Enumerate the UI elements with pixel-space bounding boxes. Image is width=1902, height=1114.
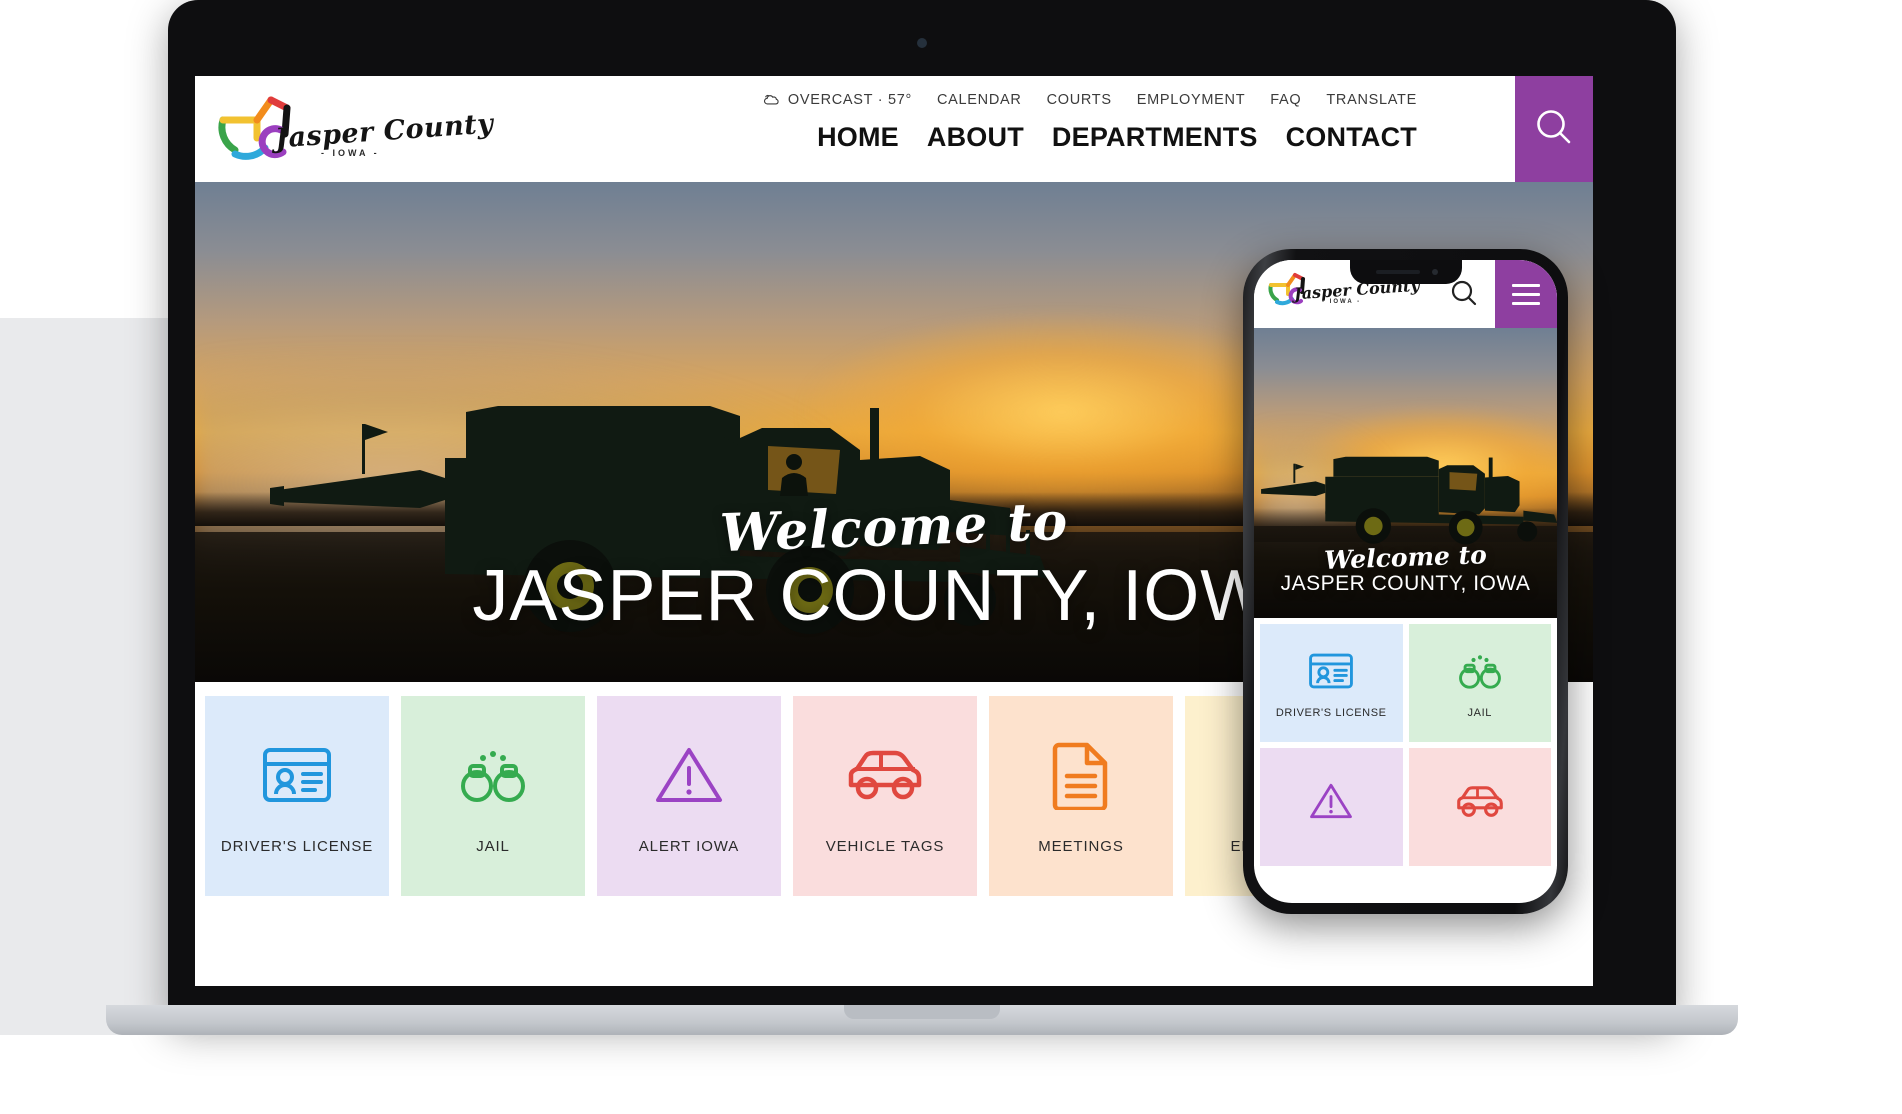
mobile-tile-alert-iowa[interactable] xyxy=(1260,748,1403,866)
hamburger-menu-icon xyxy=(1512,283,1540,287)
nav-item-contact[interactable]: CONTACT xyxy=(1286,122,1417,153)
utility-nav-item-courts[interactable]: COURTS xyxy=(1047,92,1112,108)
id-card-icon xyxy=(261,738,333,812)
handcuffs-icon xyxy=(1456,647,1504,695)
site-logo[interactable]: Jasper County - IOWA - xyxy=(213,90,494,170)
mobile-menu-button[interactable] xyxy=(1495,260,1557,328)
utility-nav-item-faq[interactable]: FAQ xyxy=(1270,92,1301,108)
backdrop-panel-left xyxy=(0,318,172,1036)
utility-nav-item-weather[interactable]: OVERCAST · 57° xyxy=(762,92,912,108)
tile-label: MEETINGS xyxy=(1038,837,1124,855)
logo-subtitle: - IOWA - xyxy=(321,148,380,158)
mobile-quick-links-tiles: DRIVER'S LICENSE JAIL xyxy=(1254,618,1557,866)
hamburger-menu-icon xyxy=(1512,292,1540,296)
utility-nav-item-calendar[interactable]: CALENDAR xyxy=(937,92,1022,108)
nav-item-departments[interactable]: DEPARTMENTS xyxy=(1052,122,1258,153)
laptop-base-notch xyxy=(844,1005,1000,1019)
webcam-icon xyxy=(917,38,927,48)
site-header: Jasper County - IOWA - OVERCAST · 57° CA… xyxy=(195,76,1593,182)
tile-drivers-license[interactable]: DRIVER'S LICENSE xyxy=(205,696,389,896)
tile-vehicle-tags[interactable]: VEHICLE TAGS xyxy=(793,696,977,896)
search-button[interactable] xyxy=(1515,76,1593,182)
utility-nav-item-employment[interactable]: EMPLOYMENT xyxy=(1137,92,1246,108)
search-icon xyxy=(1449,280,1479,312)
cloud-icon xyxy=(762,93,781,107)
id-card-icon xyxy=(1308,647,1354,695)
nav-item-about[interactable]: ABOUT xyxy=(927,122,1024,153)
mobile-search-button[interactable] xyxy=(1449,278,1479,313)
tile-label: ALERT IOWA xyxy=(638,837,740,855)
car-icon xyxy=(845,738,925,812)
phone-screen: Jasper County - IOWA - Welcome to JASPER… xyxy=(1254,260,1557,903)
tile-label: VEHICLE TAGS xyxy=(825,837,945,855)
tile-label: JAIL xyxy=(476,837,510,855)
tile-label: DRIVER'S LICENSE xyxy=(220,837,374,855)
mobile-logo-subtitle: - IOWA - xyxy=(1322,299,1362,305)
logo-wordmark: Jasper County xyxy=(274,108,495,155)
mobile-tile-label: DRIVER'S LICENSE xyxy=(1275,707,1387,719)
alert-triangle-icon xyxy=(1309,777,1353,825)
main-nav: HOME ABOUT DEPARTMENTS CONTACT xyxy=(817,122,1417,153)
utility-nav-item-translate[interactable]: TRANSLATE xyxy=(1326,92,1417,108)
mobile-tile-drivers-license[interactable]: DRIVER'S LICENSE xyxy=(1260,624,1403,742)
car-icon xyxy=(1455,777,1505,825)
screenshot-stage: Jasper County - IOWA - OVERCAST · 57° CA… xyxy=(0,0,1902,1114)
phone-speaker xyxy=(1375,270,1420,274)
tile-alert-iowa[interactable]: ALERT IOWA xyxy=(597,696,781,896)
mobile-tile-label: JAIL xyxy=(1467,707,1492,719)
phone-notch xyxy=(1349,260,1462,284)
search-icon xyxy=(1533,106,1575,153)
tile-meetings[interactable]: MEETINGS xyxy=(989,696,1173,896)
mobile-hero-banner: Welcome to JASPER COUNTY, IOWA xyxy=(1254,328,1557,618)
mobile-hero-text-block: Welcome to JASPER COUNTY, IOWA xyxy=(1254,540,1557,596)
mobile-tile-jail[interactable]: JAIL xyxy=(1408,624,1551,742)
desk-surface xyxy=(0,1035,1902,1114)
phone-mockup: Jasper County - IOWA - Welcome to JASPER… xyxy=(1243,249,1568,914)
nav-item-home[interactable]: HOME xyxy=(817,122,899,153)
alert-triangle-icon xyxy=(654,738,724,812)
mobile-tile-vehicle-tags[interactable] xyxy=(1408,748,1551,866)
weather-label: OVERCAST · 57° xyxy=(787,92,912,108)
document-icon xyxy=(1051,738,1111,812)
tile-jail[interactable]: JAIL xyxy=(401,696,585,896)
handcuffs-icon xyxy=(456,738,530,812)
phone-camera-icon xyxy=(1431,269,1438,275)
utility-nav: OVERCAST · 57° CALENDAR COURTS EMPLOYMEN… xyxy=(762,92,1417,108)
hamburger-menu-icon xyxy=(1512,301,1540,305)
